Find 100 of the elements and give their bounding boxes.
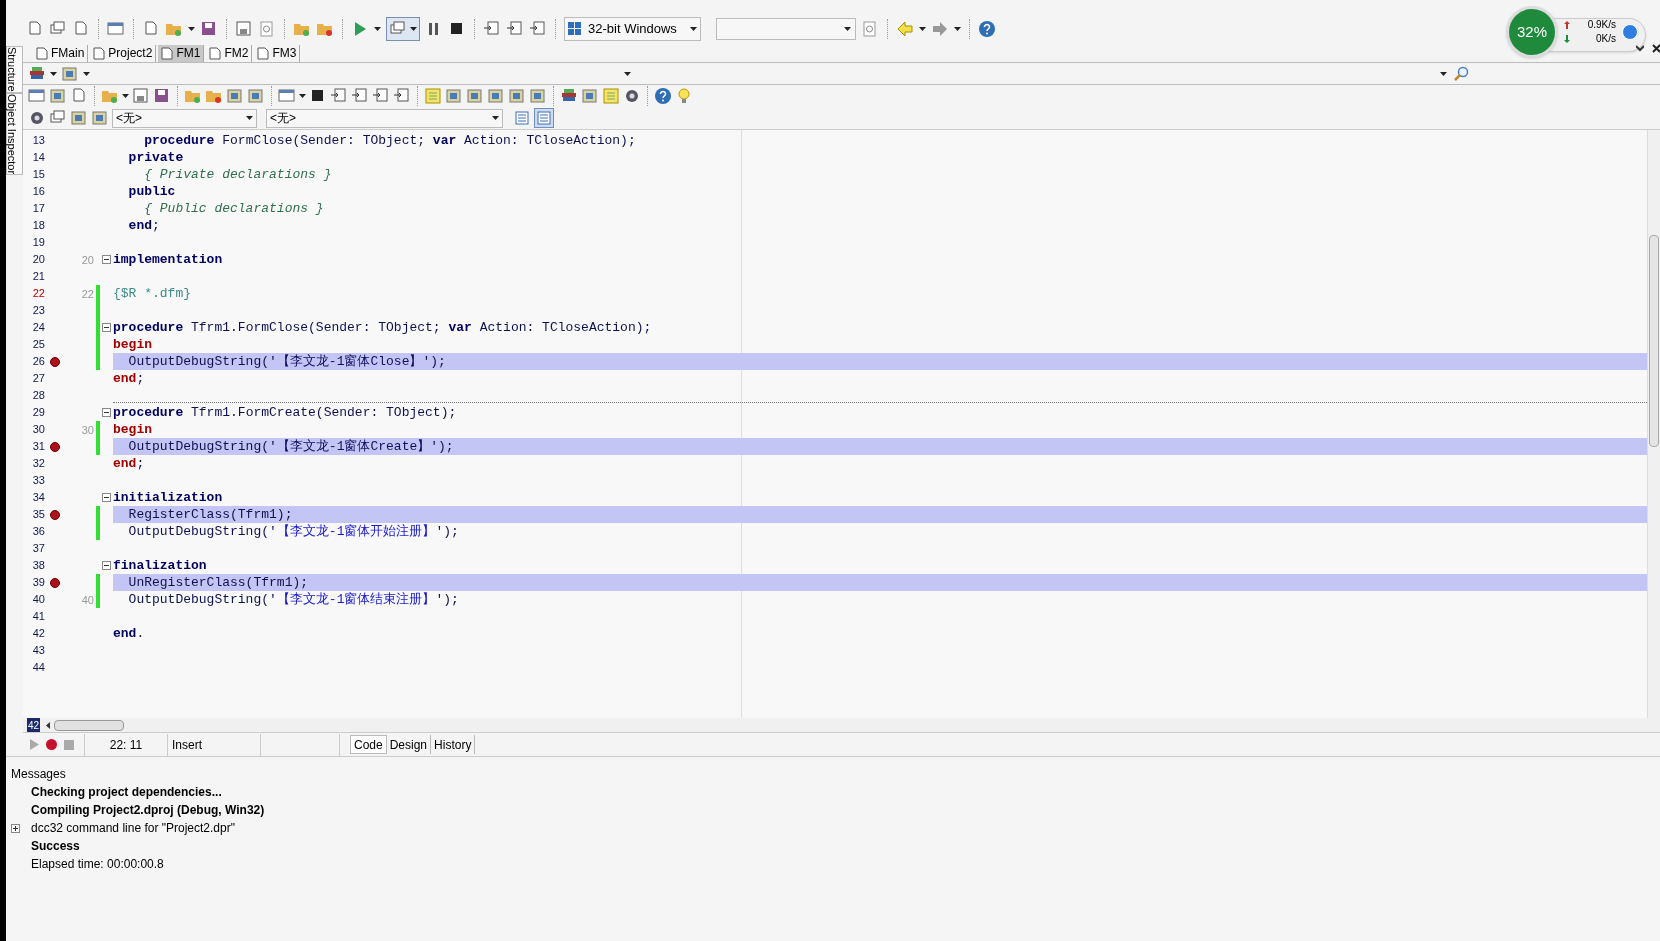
save-icon[interactable] bbox=[200, 20, 218, 38]
list-icon[interactable] bbox=[506, 20, 524, 38]
caret-icon[interactable] bbox=[374, 27, 381, 31]
caret-icon[interactable] bbox=[844, 27, 851, 31]
save-icon[interactable] bbox=[153, 87, 171, 105]
line-marker: 40 bbox=[81, 593, 94, 606]
list-icon[interactable] bbox=[483, 20, 501, 38]
scroll-left-icon[interactable] bbox=[46, 721, 51, 729]
view-tab[interactable]: History bbox=[431, 735, 476, 754]
tool-icon[interactable] bbox=[529, 87, 547, 105]
side-tab[interactable]: Structure bbox=[6, 46, 23, 93]
tool-icon[interactable] bbox=[226, 87, 244, 105]
breakpoint-icon[interactable] bbox=[50, 356, 60, 367]
line-number: 31 bbox=[31, 439, 45, 455]
code-line: finalization bbox=[113, 556, 207, 575]
list-icon[interactable] bbox=[351, 87, 369, 105]
tool-icon[interactable] bbox=[508, 87, 526, 105]
tool-icon[interactable] bbox=[49, 87, 67, 105]
line-number: 24 bbox=[31, 320, 45, 336]
caret-icon[interactable] bbox=[410, 27, 417, 31]
line-number: 26 bbox=[31, 354, 45, 370]
expand-icon[interactable] bbox=[11, 823, 20, 833]
side-tab[interactable]: Object Inspector bbox=[6, 92, 23, 175]
file-tab[interactable]: Project2 bbox=[90, 44, 157, 62]
cursor-window-icon[interactable] bbox=[28, 87, 46, 105]
collapse-icon[interactable] bbox=[102, 493, 111, 502]
caret-icon[interactable] bbox=[1440, 71, 1447, 76]
caret-icon[interactable] bbox=[188, 27, 195, 31]
caret-icon[interactable] bbox=[492, 116, 499, 120]
message-item[interactable]: Checking project dependencies... bbox=[31, 783, 222, 801]
file-tab[interactable]: FMain bbox=[33, 44, 89, 62]
page-icon[interactable] bbox=[142, 20, 160, 38]
view-toggle-button[interactable] bbox=[512, 108, 532, 128]
view-tab[interactable]: Design bbox=[386, 735, 432, 754]
line-number: 41 bbox=[31, 609, 45, 625]
page-icon[interactable] bbox=[70, 87, 88, 105]
message-item[interactable]: Elapsed time: 00:00:00.8 bbox=[31, 855, 164, 873]
tool-icon[interactable] bbox=[581, 87, 599, 105]
view-tab[interactable]: Code bbox=[350, 735, 387, 754]
platform-dropdown[interactable]: 32-bit Windows bbox=[564, 17, 701, 41]
page-icon[interactable] bbox=[72, 20, 90, 38]
caret-icon[interactable] bbox=[624, 71, 631, 76]
gear-icon[interactable] bbox=[28, 109, 46, 127]
tool-icon[interactable] bbox=[466, 87, 484, 105]
list-icon[interactable] bbox=[393, 87, 411, 105]
horizontal-scrollbar-thumb[interactable] bbox=[54, 719, 125, 731]
file-tab[interactable]: FM2 bbox=[206, 44, 253, 62]
message-item[interactable]: dcc32 command line for "Project2.dpr" bbox=[31, 819, 235, 837]
caret-icon[interactable] bbox=[50, 71, 57, 76]
breakpoint-icon[interactable] bbox=[50, 577, 60, 588]
collapse-icon[interactable] bbox=[102, 561, 111, 570]
caret-icon[interactable] bbox=[246, 116, 253, 120]
help-icon[interactable] bbox=[978, 20, 996, 38]
tool-icon[interactable] bbox=[61, 64, 79, 83]
back-arrow-icon[interactable] bbox=[896, 20, 914, 38]
message-item[interactable]: Compiling Project2.dproj (Debug, Win32) bbox=[31, 801, 265, 819]
tool-icon[interactable] bbox=[247, 87, 265, 105]
list-icon[interactable] bbox=[529, 20, 547, 38]
caret-icon[interactable] bbox=[299, 94, 306, 98]
message-item[interactable]: Success bbox=[31, 837, 80, 855]
tool-icon[interactable] bbox=[445, 87, 463, 105]
collapse-icon[interactable] bbox=[102, 255, 111, 264]
gear-icon[interactable] bbox=[623, 87, 641, 105]
cursor-window-icon[interactable] bbox=[107, 20, 125, 38]
list-icon[interactable] bbox=[330, 87, 348, 105]
code-line: {$R *.dfm} bbox=[113, 284, 191, 303]
tool-icon[interactable] bbox=[91, 109, 109, 127]
view-toggle-button[interactable] bbox=[534, 108, 554, 128]
navigator-dropdown[interactable]: <无> bbox=[112, 108, 257, 128]
collapse-icon[interactable] bbox=[102, 408, 111, 417]
caret-icon[interactable] bbox=[122, 94, 129, 98]
code-line: { Public declarations } bbox=[143, 199, 324, 218]
vertical-scrollbar[interactable] bbox=[1647, 130, 1660, 718]
cursor-window-icon[interactable] bbox=[278, 87, 296, 105]
page-icon bbox=[209, 46, 222, 60]
caret-icon[interactable] bbox=[919, 27, 926, 31]
help-icon[interactable] bbox=[654, 87, 672, 105]
page-icon bbox=[36, 46, 48, 60]
breakpoint-icon[interactable] bbox=[50, 441, 60, 452]
tool-icon[interactable] bbox=[70, 109, 88, 127]
file-tab[interactable]: FM3 bbox=[254, 44, 301, 62]
line-number: 19 bbox=[31, 235, 45, 251]
caret-icon[interactable] bbox=[954, 27, 961, 31]
navigator-dropdown[interactable]: <无> bbox=[266, 108, 503, 128]
forward-arrow-icon[interactable] bbox=[931, 20, 949, 38]
code-line: procedure FormClose(Sender: TObject; var Action: TCloseAction); bbox=[143, 131, 636, 150]
record-icon[interactable] bbox=[46, 739, 57, 750]
page-icon[interactable] bbox=[26, 20, 44, 38]
tool-icon[interactable] bbox=[487, 87, 505, 105]
breakpoint-icon[interactable] bbox=[50, 509, 60, 520]
list-icon[interactable] bbox=[372, 87, 390, 105]
collapse-icon[interactable] bbox=[102, 323, 111, 332]
line-number: 44 bbox=[31, 660, 45, 676]
close-icon[interactable] bbox=[1652, 44, 1660, 53]
caret-icon[interactable] bbox=[690, 27, 697, 31]
run-window-button[interactable] bbox=[386, 17, 420, 41]
caret-icon[interactable] bbox=[83, 71, 90, 76]
file-tab[interactable]: FM1 bbox=[158, 44, 205, 62]
search-icon[interactable] bbox=[1453, 65, 1469, 82]
bulb-icon[interactable] bbox=[675, 87, 693, 105]
